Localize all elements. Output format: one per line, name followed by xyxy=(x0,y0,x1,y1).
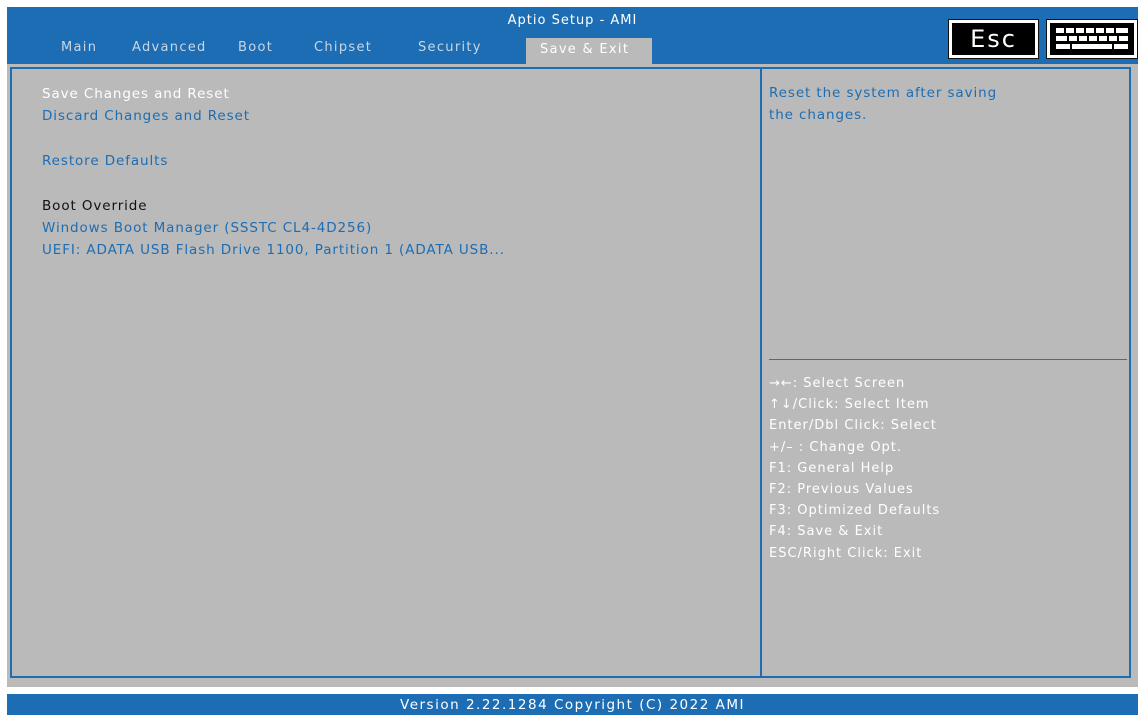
esc-button[interactable]: Esc xyxy=(948,19,1039,59)
menu-item-restore-defaults[interactable]: Restore Defaults xyxy=(42,153,168,169)
esc-key-label: Esc xyxy=(952,23,1035,55)
help-divider-horizontal xyxy=(769,359,1127,360)
menu-item-save-changes-reset[interactable]: Save Changes and Reset xyxy=(42,86,230,102)
help-line: the changes. xyxy=(769,107,868,123)
key-legend-save-exit: F4: Save & Exit xyxy=(769,524,884,540)
tab-main[interactable]: Main xyxy=(61,40,97,55)
boot-device-windows-boot-manager[interactable]: Windows Boot Manager (SSSTC CL4-4D256) xyxy=(42,220,372,236)
tab-chipset[interactable]: Chipset xyxy=(314,40,372,55)
version-footer: Version 2.22.1284 Copyright (C) 2022 AMI xyxy=(7,694,1138,715)
key-legend-enter-select: Enter/Dbl Click: Select xyxy=(769,418,937,434)
key-legend-general-help: F1: General Help xyxy=(769,460,895,476)
tab-advanced[interactable]: Advanced xyxy=(132,40,207,55)
bios-setup-screen: Aptio Setup - AMI Main Advanced Boot Chi… xyxy=(0,0,1138,715)
tab-security[interactable]: Security xyxy=(418,40,482,55)
main-panel: Save Changes and Reset Discard Changes a… xyxy=(7,64,1138,687)
keyboard-button[interactable] xyxy=(1046,19,1138,59)
menu-item-discard-changes-reset[interactable]: Discard Changes and Reset xyxy=(42,108,250,124)
boot-override-heading: Boot Override xyxy=(42,198,148,214)
key-legend-esc-exit: ESC/Right Click: Exit xyxy=(769,545,923,561)
tab-save-exit[interactable]: Save & Exit xyxy=(526,38,652,64)
key-legend-select-item: ↑↓/Click: Select Item xyxy=(769,397,930,413)
key-legend: →←: Select Screen ↑↓/Click: Select Item … xyxy=(769,373,940,564)
boot-device-uefi-adata-usb[interactable]: UEFI: ADATA USB Flash Drive 1100, Partit… xyxy=(42,242,505,258)
key-legend-optimized-defaults: F3: Optimized Defaults xyxy=(769,503,941,519)
help-text: Reset the system after saving the change… xyxy=(769,82,1069,126)
panel-divider-vertical xyxy=(760,67,762,678)
title-bar: Aptio Setup - AMI Main Advanced Boot Chi… xyxy=(7,7,1138,64)
tab-bar: Main Advanced Boot Chipset Security Save… xyxy=(7,33,907,64)
keyboard-icon xyxy=(1050,23,1134,55)
panel-frame xyxy=(10,67,1131,678)
key-legend-previous-values: F2: Previous Values xyxy=(769,482,914,498)
tab-boot[interactable]: Boot xyxy=(238,40,273,55)
key-legend-select-screen: →←: Select Screen xyxy=(769,376,906,391)
key-legend-change-opt: +/– : Change Opt. xyxy=(769,439,903,455)
help-line: Reset the system after saving xyxy=(769,85,998,101)
